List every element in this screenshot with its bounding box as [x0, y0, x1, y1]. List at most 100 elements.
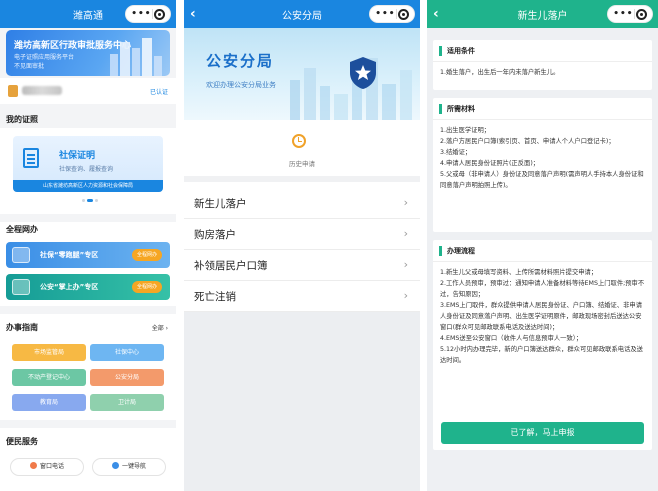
menu-item-label: 死亡注销	[194, 291, 236, 303]
window-phone-button[interactable]: 窗口电话	[10, 458, 84, 476]
more-icon[interactable]: •••	[375, 9, 395, 19]
card-line: 5.12小时内办理完毕，新的户口簿送达群众，群众可见邮政联系电话及送达时间。	[440, 346, 643, 364]
button-label: 一键导航	[121, 463, 146, 470]
navigation-button[interactable]: 一键导航	[92, 458, 166, 476]
license-card[interactable]: 社保证明 社保查询、履报查询 山东省潍坊高新区人力资源和社会保障局	[13, 136, 163, 192]
card-heading: 所需材料	[447, 105, 475, 113]
service-label: 公安“掌上办”专区	[40, 283, 99, 291]
card-footer: 山东省潍坊高新区人力资源和社会保障局	[13, 180, 163, 192]
card-line: 4.EMS送至公安窗口（收件人与信息预审人一致）；	[440, 335, 583, 342]
user-bar[interactable]: 已认证	[0, 78, 176, 104]
card-header: 所需材料	[433, 98, 652, 120]
menu-item-replace-hukou[interactable]: 补领居民户口簿 ›	[184, 250, 420, 281]
card-line: 2.工作人员预审，预审过：通知申请人准备材料等待EMS上门取件;预审不过，告知原…	[440, 280, 645, 298]
service-icon	[12, 279, 30, 295]
menu-item-label: 补领居民户口簿	[194, 260, 268, 272]
avatar	[8, 85, 18, 97]
history-entry[interactable]: 历史申请	[184, 120, 420, 182]
hero-banner[interactable]: 潍坊高新区行政审批服务中心 电子证照应用服务平台 不见面审批	[6, 30, 170, 76]
page-title: 公安分局	[282, 10, 322, 22]
document-icon	[23, 148, 39, 168]
card-header: 办理流程	[433, 240, 652, 262]
convenience-section: 便民服务 窗口电话 一键导航	[0, 428, 176, 491]
title-bar: ‹ 公安分局 •••	[184, 0, 420, 28]
section-heading: 全程网办	[6, 225, 38, 234]
guide-button[interactable]: 不动产登记中心	[12, 369, 86, 386]
card-heading: 适用条件	[447, 47, 475, 55]
police-badge-icon	[350, 57, 376, 89]
back-icon[interactable]: ‹	[433, 5, 449, 23]
accent-bar	[439, 104, 442, 114]
service-label: 社保“零跑腿”专区	[40, 251, 99, 259]
capsule-divider	[634, 9, 636, 19]
card-line: 4.申请人居民身份证照片(正反面)；	[440, 160, 540, 167]
service-icon	[12, 247, 30, 263]
carousel-pager	[82, 199, 98, 202]
card-header: 适用条件	[433, 40, 652, 62]
online-service-section: 全程网办 社保“零跑腿”专区 全程网办 公安“掌上办”专区 全程网办	[0, 222, 176, 306]
card-title: 社保证明	[59, 151, 96, 161]
buildings-illustration	[110, 38, 162, 76]
more-icon[interactable]: •••	[613, 9, 633, 19]
accent-bar	[439, 246, 442, 256]
card-line: 1.新生儿父或母填写资料、上传所需材料照片提交申请；	[440, 269, 598, 276]
chevron-right-icon: ›	[403, 289, 408, 302]
mini-program-capsule[interactable]: •••	[369, 5, 415, 23]
capsule-divider	[152, 9, 154, 19]
location-pin-icon	[111, 462, 119, 469]
pager-dot	[95, 199, 98, 202]
chevron-right-icon: ›	[403, 196, 408, 209]
section-heading: 我的证照	[6, 115, 38, 124]
card-line: 1.出生医学证明；	[440, 127, 491, 134]
card-line: 5.父或母（非申请人）身份证及同意落户声明(需声明人手持本人身份证和同意落户声明…	[440, 171, 644, 189]
chevron-right-icon: ›	[403, 227, 408, 240]
history-label: 历史申请	[289, 160, 315, 168]
section-heading: 便民服务	[6, 437, 38, 446]
service-menu: 新生儿落户 › 购房落户 › 补领居民户口簿 › 死亡注销 ›	[184, 188, 420, 312]
service-pill[interactable]: 社保“零跑腿”专区 全程网办	[6, 242, 170, 268]
pager-dot-active	[87, 199, 93, 202]
guide-button[interactable]: 社保中心	[90, 344, 164, 361]
card-line: 1.婚生落户，出生后一年内未落户新生儿。	[440, 69, 560, 76]
newborn-registration-screen: ‹ 新生儿落户 ••• 适用条件 1.婚生落户，出生后一年内未落户新生儿。 所需…	[427, 0, 658, 491]
banner-subtitle: 电子证照应用服务平台	[14, 54, 75, 61]
pager-dot	[82, 199, 85, 202]
apply-now-button[interactable]: 已了解，马上申报	[441, 422, 644, 444]
mini-program-capsule[interactable]: •••	[125, 5, 171, 23]
view-all-link[interactable]: 全部 ›	[152, 323, 168, 332]
home-screen: 潍高通 ••• 潍坊高新区行政审批服务中心 电子证照应用服务平台 不见面审批 已…	[0, 0, 176, 491]
banner-subtitle: 不见面审批	[14, 63, 45, 70]
process-card: 办理流程 1.新生儿父或母填写资料、上传所需材料照片提交申请； 2.工作人员预审…	[433, 240, 652, 450]
guide-button[interactable]: 市场监管局	[12, 344, 86, 361]
guide-section: 办事指南 全部 › 市场监管局 社保中心 不动产登记中心 公安分局 教育局 卫计…	[0, 314, 176, 420]
card-body: 1.新生儿父或母填写资料、上传所需材料照片提交申请； 2.工作人员预审，预审过：…	[433, 262, 652, 366]
conditions-card: 适用条件 1.婚生落户，出生后一年内未落户新生儿。	[433, 40, 652, 90]
close-target-icon[interactable]	[397, 8, 409, 20]
menu-item-house-purchase[interactable]: 购房落户 ›	[184, 219, 420, 250]
more-icon[interactable]: •••	[131, 9, 151, 19]
menu-item-death-cancel[interactable]: 死亡注销 ›	[184, 281, 420, 312]
service-pill[interactable]: 公安“掌上办”专区 全程网办	[6, 274, 170, 300]
mini-program-capsule[interactable]: •••	[607, 5, 653, 23]
close-target-icon[interactable]	[153, 8, 165, 20]
menu-item-label: 新生儿落户	[194, 198, 247, 210]
guide-button[interactable]: 公安分局	[90, 369, 164, 386]
title-bar: 潍高通 •••	[0, 0, 176, 28]
card-body: 1.出生医学证明； 2.落户方居民户口簿(索引页、首页、申请人个人户口登记卡)；…	[433, 120, 652, 191]
page-title: 新生儿落户	[517, 10, 568, 22]
card-line: 3.结婚证；	[440, 149, 472, 156]
accent-bar	[439, 46, 442, 56]
police-bureau-screen: ‹ 公安分局 ••• 公安分局 欢迎办理公安分局业务 历史申请 新生儿落户 › …	[184, 0, 420, 491]
menu-item-newborn[interactable]: 新生儿落户 ›	[184, 188, 420, 219]
hero-banner: 公安分局 欢迎办理公安分局业务	[184, 28, 420, 120]
phone-icon	[29, 462, 37, 469]
back-icon[interactable]: ‹	[190, 5, 206, 23]
verify-status: 已认证	[149, 89, 168, 96]
guide-button[interactable]: 卫计局	[90, 394, 164, 411]
close-target-icon[interactable]	[635, 8, 647, 20]
card-subtitle: 社保查询、履报查询	[59, 166, 114, 173]
guide-button[interactable]: 教育局	[12, 394, 86, 411]
button-label: 窗口电话	[39, 463, 64, 470]
menu-item-label: 购房落户	[194, 229, 236, 241]
card-line: 2.落户方居民户口簿(索引页、首页、申请人个人户口登记卡)；	[440, 138, 615, 145]
